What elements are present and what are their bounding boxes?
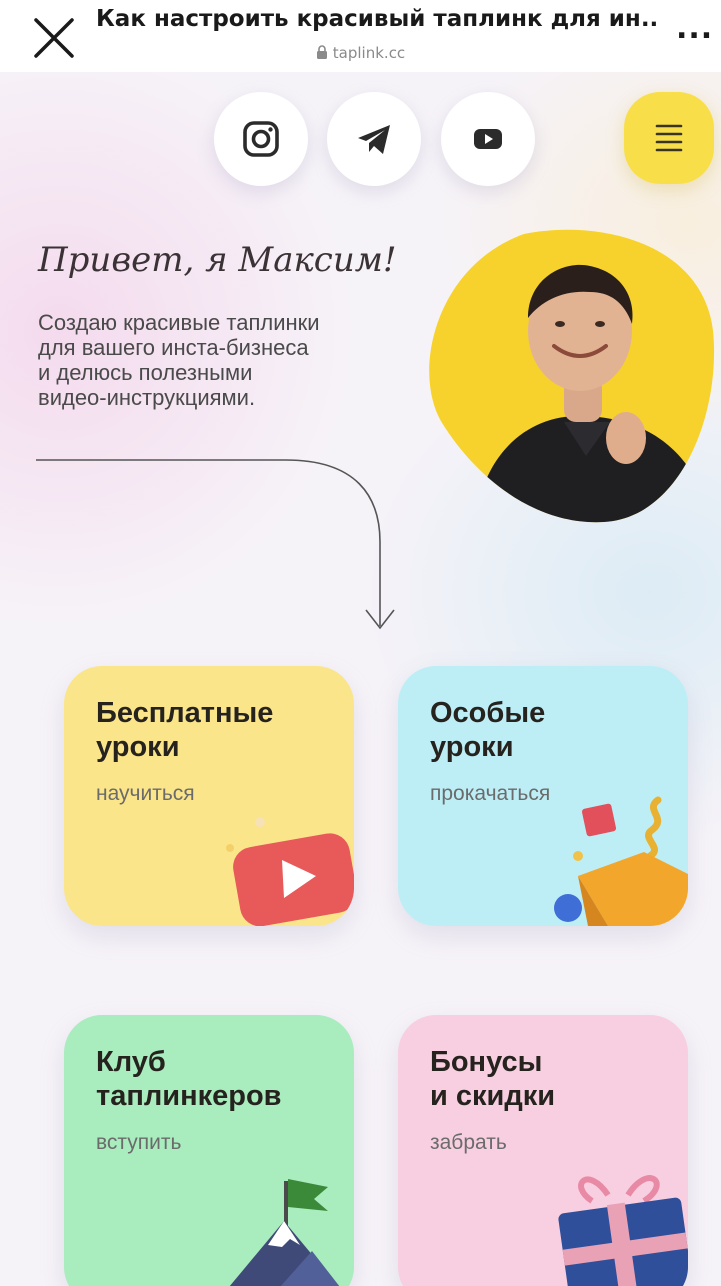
- card-subtitle: забрать: [430, 1131, 507, 1154]
- intro-line: Создаю красивые таплинки: [38, 310, 320, 335]
- card-subtitle: прокачаться: [430, 782, 551, 805]
- page-url[interactable]: taplink.cc: [0, 44, 721, 62]
- card-taplinkers-club[interactable]: Клуб таплинкеров вступить: [64, 1015, 354, 1286]
- instagram-icon: [243, 121, 279, 157]
- shapes-icon: [554, 796, 688, 926]
- play-icon: [226, 817, 354, 926]
- card-title-line: Бесплатные: [96, 697, 274, 729]
- intro-line: для вашего инста-бизнеса: [38, 335, 309, 360]
- page-title: Как настроить красивый таплинк для ин...: [96, 6, 656, 32]
- youtube-icon: [474, 129, 502, 149]
- menu-button[interactable]: [624, 92, 714, 184]
- decorative-arrow: [36, 456, 416, 636]
- card-free-lessons[interactable]: Бесплатные уроки научиться: [64, 666, 354, 926]
- card-title: Особые уроки: [430, 696, 545, 764]
- card-special-lessons[interactable]: Особые уроки прокачаться: [398, 666, 688, 926]
- intro-line: видео-инструкциями.: [38, 385, 256, 410]
- lock-icon: [316, 45, 327, 59]
- author-portrait: [414, 226, 721, 526]
- card-title-line: Бонусы: [430, 1046, 543, 1078]
- telegram-button[interactable]: [327, 92, 421, 186]
- card-subtitle: вступить: [96, 1131, 182, 1154]
- browser-bar: Как настроить красивый таплинк для ин...…: [0, 0, 721, 72]
- card-title-line: Особые: [430, 697, 546, 729]
- mountain-flag-icon: [229, 1179, 340, 1286]
- more-button[interactable]: ...: [676, 14, 716, 44]
- hamburger-menu-icon: [655, 124, 683, 152]
- youtube-button[interactable]: [441, 92, 535, 186]
- card-subtitle: научиться: [96, 782, 195, 805]
- gift-icon: [558, 1175, 688, 1286]
- card-title: Бонусы и скидки: [430, 1045, 555, 1113]
- card-title-line: уроки: [430, 731, 514, 763]
- card-title: Бесплатные уроки: [96, 696, 273, 764]
- card-title-line: Клуб: [96, 1046, 166, 1078]
- instagram-button[interactable]: [214, 92, 308, 186]
- card-title: Клуб таплинкеров: [96, 1045, 282, 1113]
- taplink-page: Привет, я Максим! Создаю красивые таплин…: [0, 72, 721, 1286]
- card-title-line: и скидки: [430, 1080, 556, 1112]
- card-title-line: уроки: [96, 731, 180, 763]
- greeting-heading: Привет, я Максим!: [38, 240, 397, 280]
- intro-line: и делюсь полезными: [38, 360, 253, 385]
- url-text: taplink.cc: [332, 44, 406, 62]
- card-bonuses-discounts[interactable]: Бонусы и скидки забрать: [398, 1015, 688, 1286]
- telegram-icon: [358, 125, 390, 154]
- intro-text: Создаю красивые таплинки для вашего инст…: [38, 310, 408, 410]
- card-title-line: таплинкеров: [96, 1080, 282, 1112]
